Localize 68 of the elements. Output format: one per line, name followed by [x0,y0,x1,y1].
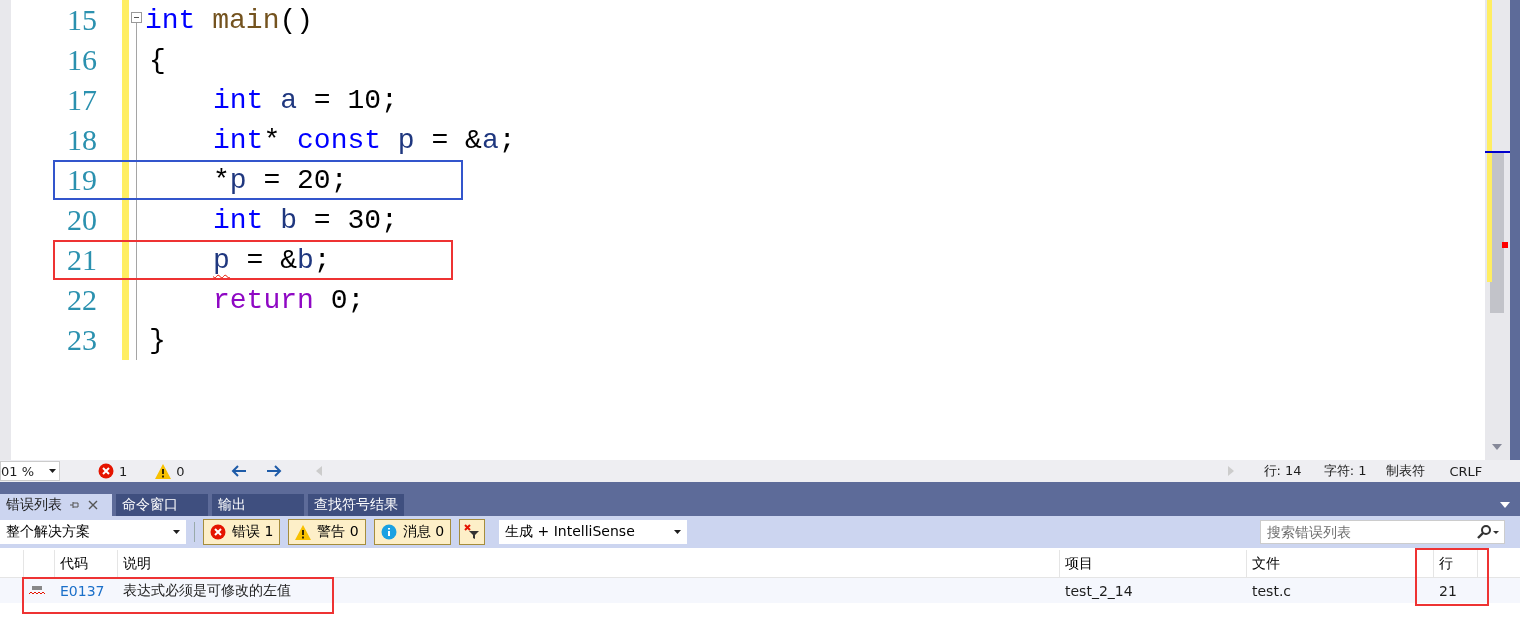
line-number: 19 [66,163,97,197]
search-icon[interactable] [1476,525,1500,539]
column-header[interactable]: 行 [1434,550,1478,577]
clear-filter-button[interactable] [459,519,486,545]
line-ending: CRLF [1449,463,1483,479]
close-icon[interactable] [88,500,98,510]
table-cell-text: test_2_14 [1064,581,1134,601]
column-header[interactable]: 说明 [118,550,1060,577]
error-code-link[interactable]: E0137 [60,582,105,599]
column-header[interactable]: 项目 [1060,550,1247,577]
column-header[interactable]: 代码 [55,550,118,577]
panel-tab[interactable]: 输出 [212,494,304,516]
caret-marker [1485,151,1510,153]
warning-count: 0 [176,463,185,479]
line-number: 16 [66,43,97,77]
error-icon [210,524,226,540]
code-line: int* const p = &a; [212,124,516,156]
code-line: int main() [145,4,314,36]
collapse-icon[interactable] [131,12,142,23]
column-header[interactable]: 文件 [1247,550,1434,577]
line-number: 17 [66,83,97,117]
line-position: 行: 14 [1263,462,1302,480]
warning-icon [295,524,312,540]
forward-arrow-icon[interactable] [265,465,282,477]
table-cell-text: 21 [1438,581,1458,601]
filter-toggle[interactable]: 错误 1 [203,519,281,545]
source-dropdown[interactable]: 生成 + IntelliSense [499,520,688,544]
filter-clear-icon [464,524,481,540]
indent-mode: 制表符 [1386,462,1426,480]
caret-icon [49,469,56,473]
filter-toggle[interactable]: 消息 0 [373,519,452,545]
code-line: *p = 20; [212,164,348,196]
panel-tab[interactable]: 查找符号结果 [308,494,404,516]
code-line: } [148,324,166,356]
line-number: 18 [66,123,97,157]
spelling-error-icon [29,584,45,597]
code-line: int b = 30; [212,204,398,236]
pin-icon[interactable] [70,500,80,510]
search-field[interactable]: 搜索错误列表 [1260,520,1505,544]
error-marker [1502,242,1508,248]
error-count: 1 [119,463,128,479]
dropdown-icon[interactable] [1500,502,1510,508]
info-icon [380,524,397,540]
filter-toggle[interactable]: 警告 0 [288,519,366,545]
code-line: { [148,44,166,76]
error-icon [98,463,114,479]
panel-tab[interactable]: 错误列表 [0,494,112,516]
code-line: int a = 10; [212,84,398,116]
line-number: 15 [66,3,97,37]
char-position: 字符: 1 [1323,462,1367,480]
caret-icon [674,530,682,534]
scroll-down-icon[interactable] [1492,444,1502,450]
zoom-dropdown[interactable]: 01 % [0,461,60,481]
table-cell-text: 表达式必须是可修改的左值 [122,580,292,600]
caret-icon [173,530,180,534]
warning-icon [155,463,172,479]
line-number: 22 [66,283,97,317]
panel-tab[interactable]: 命令窗口 [116,494,208,516]
table-cell-text: test.c [1251,581,1293,601]
back-arrow-icon[interactable] [230,465,247,477]
scope-dropdown[interactable]: 整个解决方案 [0,520,186,544]
code-line: return 0; [212,284,365,316]
line-number: 23 [66,323,97,357]
line-number: 20 [66,203,97,237]
line-number: 21 [66,243,97,277]
error-row[interactable]: E0137 表达式必须是可修改的左值 test_2_14 test.c 21 [0,578,1520,603]
vertical-scrollbar[interactable] [1485,0,1510,460]
code-line: p = &b; [212,244,331,276]
